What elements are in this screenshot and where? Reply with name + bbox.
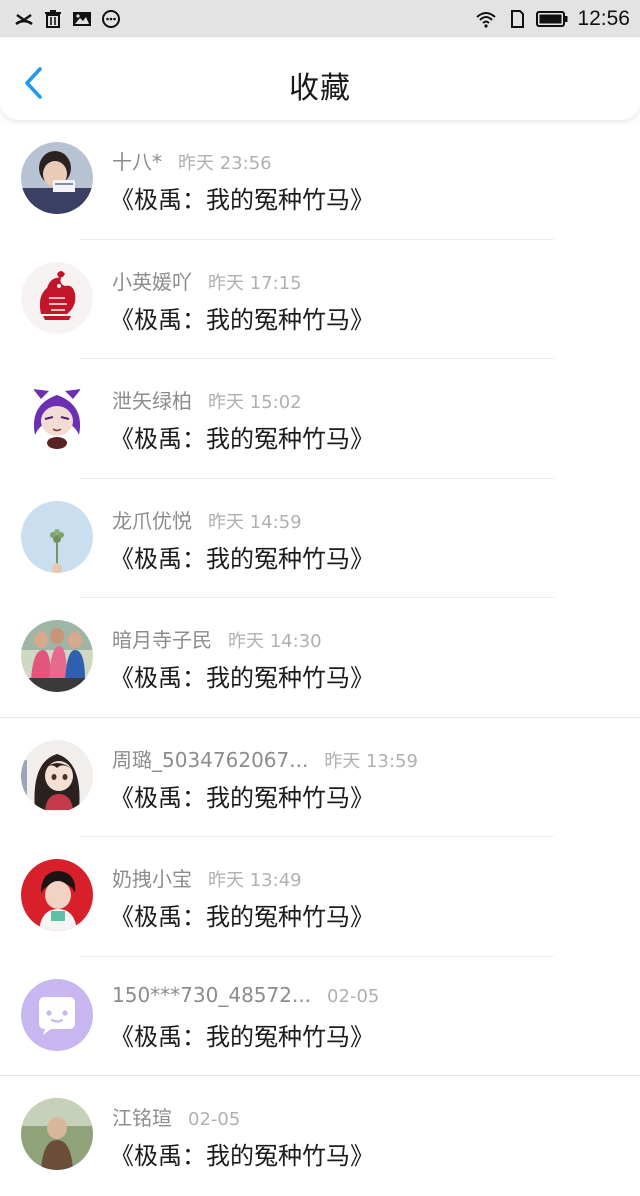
missed-call-icon: [15, 13, 33, 25]
favorite-title[interactable]: 《极禹：我的冤种竹马》: [110, 1136, 374, 1171]
favorite-time: 昨天 14:30: [228, 631, 322, 652]
trash-icon: [45, 9, 61, 28]
favorite-item[interactable]: 小英媛吖 昨天 17:15 《极禹：我的冤种竹马》: [0, 240, 640, 359]
favorite-time: 昨天 13:59: [324, 750, 418, 772]
status-time: 12:56: [577, 6, 630, 30]
favorite-meta: 奶拽小宝 昨天 13:49: [112, 863, 302, 893]
user-name[interactable]: 150***730_48572...: [112, 983, 311, 1007]
user-name[interactable]: 江铭瑄: [112, 1106, 172, 1130]
favorite-item[interactable]: 暗月寺子民 昨天 14:30 《极禹：我的冤种竹马》: [0, 598, 640, 718]
status-left-icons: [14, 9, 121, 29]
favorite-time: 昨天 15:02: [208, 392, 302, 413]
favorite-meta: 十八* 昨天 23:56: [112, 146, 272, 176]
favorite-time: 02-05: [188, 1109, 241, 1130]
red-rooster-papercut-avatar[interactable]: [21, 261, 93, 334]
battery-icon: [536, 10, 568, 27]
favorite-time: 昨天 23:56: [178, 153, 272, 174]
user-name[interactable]: 暗月寺子民: [112, 628, 212, 652]
favorite-title[interactable]: 《极禹：我的冤种竹马》: [110, 1017, 374, 1052]
user-name[interactable]: 小英媛吖: [112, 270, 192, 294]
status-right-icons: 12:56: [474, 7, 630, 31]
favorite-item[interactable]: 龙爪优悦 昨天 14:59 《极禹：我的冤种竹马》: [0, 479, 640, 598]
favorite-meta: 江铭瑄 02-05: [112, 1102, 240, 1132]
favorite-title[interactable]: 《极禹：我的冤种竹马》: [110, 300, 374, 335]
favorite-time: 昨天 17:15: [208, 272, 302, 294]
anime-girl-avatar[interactable]: [21, 739, 93, 812]
wifi-icon: [476, 11, 497, 28]
favorite-meta: 小英媛吖 昨天 17:15: [112, 266, 302, 296]
favorite-time: 昨天 13:49: [208, 870, 302, 891]
red-background-avatar[interactable]: [21, 859, 93, 931]
favorite-meta: 龙爪优悦 昨天 14:59: [112, 505, 302, 535]
favorite-item[interactable]: 奶拽小宝 昨天 13:49 《极禹：我的冤种竹马》: [0, 837, 640, 957]
page-title: 收藏: [289, 71, 351, 106]
favorite-time: 昨天 14:59: [208, 511, 302, 533]
status-bar: 12:56: [0, 0, 640, 37]
image-icon: [73, 11, 91, 26]
more-dots-icon: [102, 9, 120, 28]
favorite-title[interactable]: 《极禹：我的冤种竹马》: [110, 658, 374, 693]
outdoor-photo-avatar[interactable]: [21, 1098, 93, 1170]
favorite-title[interactable]: 《极禹：我的冤种竹马》: [110, 897, 374, 932]
user-name[interactable]: 奶拽小宝: [112, 867, 192, 891]
favorite-item[interactable]: 十八* 昨天 23:56 《极禹：我的冤种竹马》: [0, 120, 640, 240]
user-name[interactable]: 十八*: [112, 150, 162, 174]
favorite-meta: 150***730_48572... 02-05: [112, 983, 379, 1013]
person-photo-avatar[interactable]: [21, 142, 93, 214]
favorite-title[interactable]: 《极禹：我的冤种竹马》: [110, 419, 374, 454]
favorite-meta: 暗月寺子民 昨天 14:30: [112, 624, 322, 654]
favorites-list: 十八* 昨天 23:56 《极禹：我的冤种竹马》 小英媛吖 昨天 17:15 《极禹…: [0, 120, 640, 1196]
favorite-title[interactable]: 《极禹：我的冤种竹马》: [110, 180, 374, 215]
favorite-time: 02-05: [327, 985, 380, 1007]
nav-bar: 收藏: [0, 37, 640, 120]
favorite-item[interactable]: 泄矢绿柏 昨天 15:02 《极禹：我的冤种竹马》: [0, 359, 640, 479]
favorite-meta: 泄矢绿柏 昨天 15:02: [112, 385, 302, 415]
anime-purple-hair-avatar[interactable]: [21, 381, 93, 453]
sky-flower-avatar[interactable]: [21, 500, 93, 573]
default-chat-bubble-avatar[interactable]: [21, 978, 93, 1051]
user-name[interactable]: 泄矢绿柏: [112, 389, 192, 413]
favorite-meta: 周璐_5034762067... 昨天 13:59: [112, 744, 418, 774]
favorite-title[interactable]: 《极禹：我的冤种竹马》: [110, 539, 374, 574]
favorite-item[interactable]: 150***730_48572... 02-05 《极禹：我的冤种竹马》: [0, 957, 640, 1076]
favorite-item[interactable]: 周璐_5034762067... 昨天 13:59 《极禹：我的冤种竹马》: [0, 718, 640, 837]
group-photo-avatar[interactable]: [21, 620, 93, 692]
user-name[interactable]: 周璐_5034762067...: [112, 748, 308, 772]
sim-icon: [511, 9, 525, 28]
user-name[interactable]: 龙爪优悦: [112, 509, 192, 533]
favorite-item[interactable]: 江铭瑄 02-05 《极禹：我的冤种竹马》: [0, 1076, 640, 1196]
favorite-title[interactable]: 《极禹：我的冤种竹马》: [110, 778, 374, 813]
